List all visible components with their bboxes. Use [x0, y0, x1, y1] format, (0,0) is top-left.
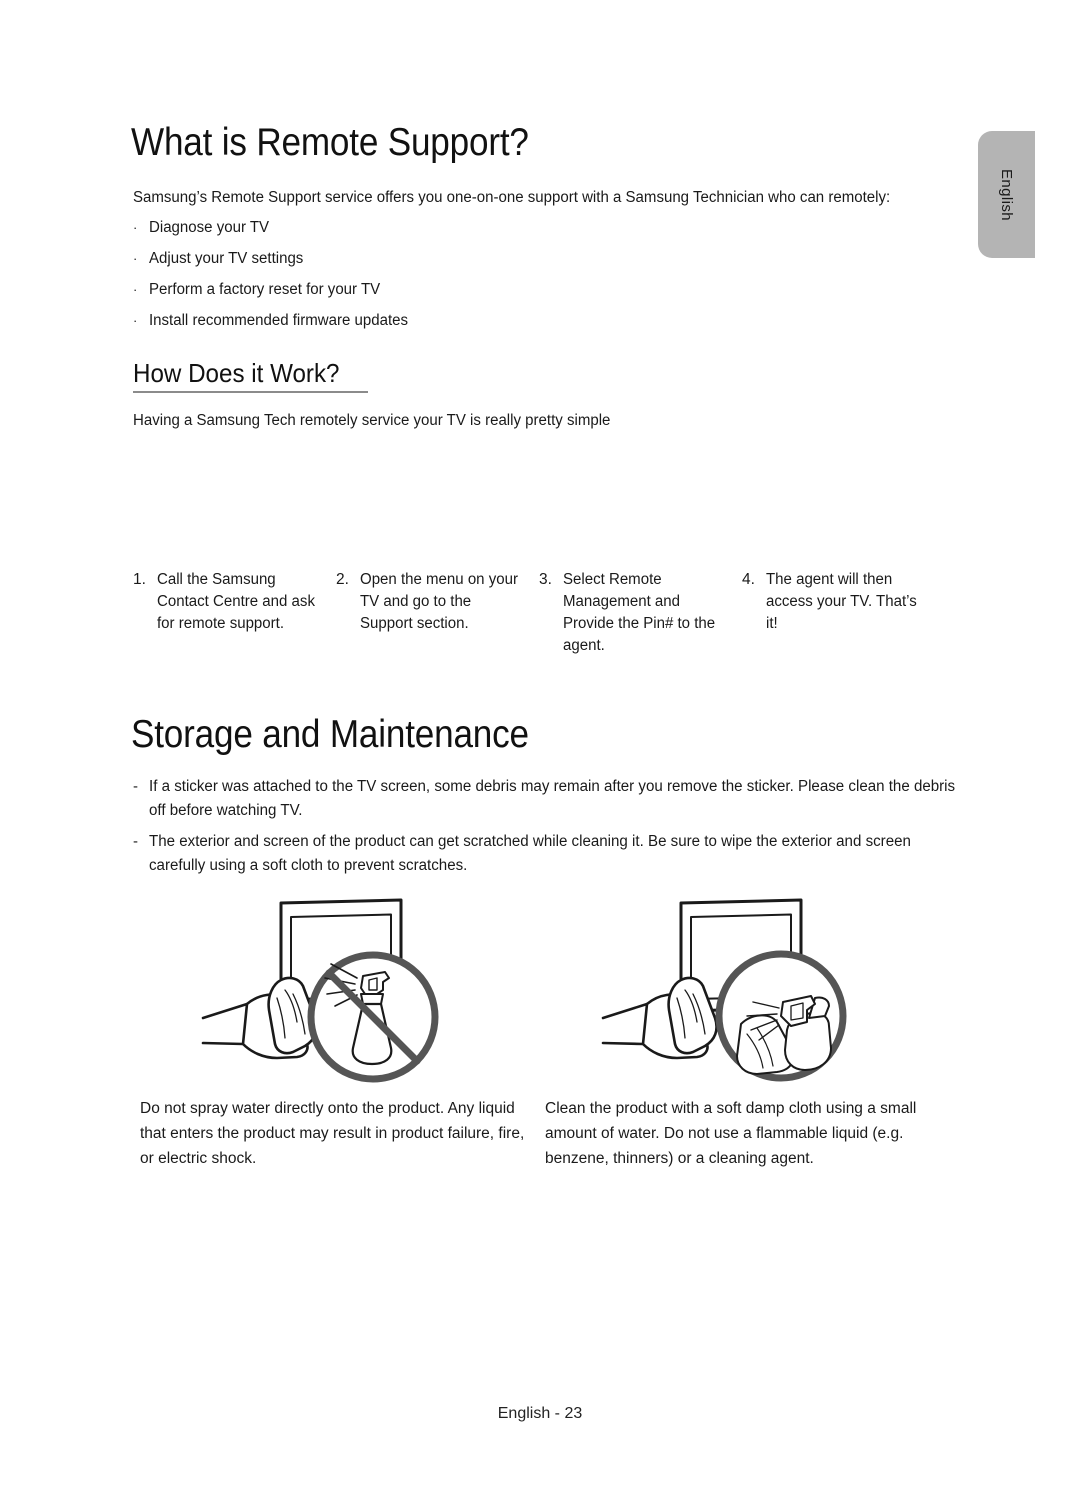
step-item: 4. The agent will then access your TV. T…	[742, 569, 945, 657]
step-item: 1. Call the Samsung Contact Centre and a…	[133, 569, 336, 657]
step-number: 4.	[742, 571, 755, 588]
list-item-label: Adjust your TV settings	[149, 250, 304, 267]
step-label: Call the Samsung Contact Centre and ask …	[157, 571, 315, 632]
list-item: · Install recommended firmware updates	[133, 312, 833, 343]
how-it-works-lead: Having a Samsung Tech remotely service y…	[133, 412, 611, 429]
step-label: The agent will then access your TV. That…	[766, 571, 917, 632]
step-item: 3. Select Remote Management and Provide …	[539, 569, 742, 657]
bullet-icon: ·	[133, 251, 138, 266]
how-it-works-steps: 1. Call the Samsung Contact Centre and a…	[133, 569, 973, 657]
illustration-damp-cloth	[585, 898, 895, 1088]
list-item: - If a sticker was attached to the TV sc…	[133, 775, 983, 823]
language-tab: English	[978, 131, 1035, 258]
page-footer: English - 23	[497, 1405, 583, 1422]
page-title-storage-and-maintenance: Storage and Maintenance	[131, 713, 529, 756]
list-item: - The exterior and screen of the product…	[133, 830, 983, 878]
list-item-label: Perform a factory reset for your TV	[149, 281, 381, 298]
list-item: · Diagnose your TV	[133, 219, 833, 250]
illustration-no-spray	[185, 898, 495, 1088]
caption-no-spray: Do not spray water directly onto the pro…	[140, 1100, 525, 1167]
bullet-icon: ·	[133, 220, 138, 235]
dash-icon: -	[133, 833, 138, 850]
caption-damp-cloth: Clean the product with a soft damp cloth…	[545, 1100, 917, 1167]
step-number: 1.	[133, 571, 146, 588]
list-item: · Adjust your TV settings	[133, 250, 833, 281]
dash-icon: -	[133, 778, 138, 795]
step-label: Open the menu on your TV and go to the S…	[360, 571, 518, 632]
step-number: 2.	[336, 571, 349, 588]
remote-support-intro: Samsung’s Remote Support service offers …	[133, 189, 891, 206]
page-title-remote-support: What is Remote Support?	[131, 121, 529, 164]
bullet-icon: ·	[133, 282, 138, 297]
step-label: Select Remote Management and Provide the…	[563, 571, 716, 654]
step-number: 3.	[539, 571, 552, 588]
section-title-underline	[133, 391, 368, 393]
bullet-icon: ·	[133, 313, 138, 328]
list-item-label: The exterior and screen of the product c…	[149, 833, 911, 874]
list-item-label: Install recommended firmware updates	[149, 312, 409, 329]
storage-notes-list: - If a sticker was attached to the TV sc…	[133, 775, 983, 885]
language-tab-label: English	[998, 168, 1015, 221]
step-item: 2. Open the menu on your TV and go to th…	[336, 569, 539, 657]
list-item-label: If a sticker was attached to the TV scre…	[149, 778, 956, 819]
remote-support-bullet-list: · Diagnose your TV · Adjust your TV sett…	[133, 219, 833, 343]
list-item: · Perform a factory reset for your TV	[133, 281, 833, 312]
list-item-label: Diagnose your TV	[149, 219, 270, 236]
document-page: English What is Remote Support? Samsung’…	[0, 0, 1080, 1494]
section-title-how-does-it-work: How Does it Work?	[133, 358, 340, 388]
